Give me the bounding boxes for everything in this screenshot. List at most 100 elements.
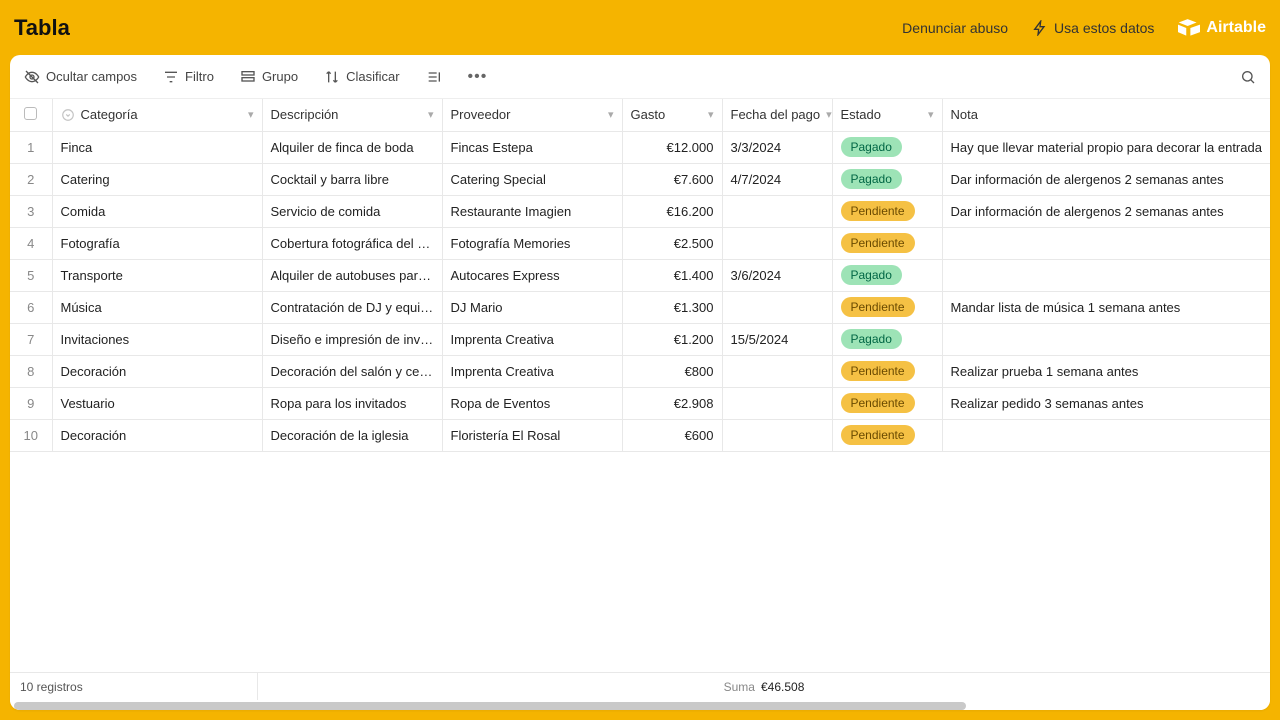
table-row[interactable]: 9VestuarioRopa para los invitadosRopa de… [10, 387, 1270, 419]
cell-fecha[interactable] [722, 419, 832, 451]
cell-nota[interactable] [942, 227, 1270, 259]
table-row[interactable]: 7InvitacionesDiseño e impresión de invit… [10, 323, 1270, 355]
cell-fecha[interactable]: 3/3/2024 [722, 131, 832, 163]
row-number: 10 [10, 419, 52, 451]
cell-categoria[interactable]: Transporte [52, 259, 262, 291]
cell-proveedor[interactable]: Ropa de Eventos [442, 387, 622, 419]
cell-proveedor[interactable]: Fotografía Memories [442, 227, 622, 259]
cell-descripcion[interactable]: Contratación de DJ y equipo de sonido [262, 291, 442, 323]
table-row[interactable]: 6MúsicaContratación de DJ y equipo de so… [10, 291, 1270, 323]
row-height-button[interactable] [422, 65, 446, 89]
cell-categoria[interactable]: Decoración [52, 419, 262, 451]
cell-descripcion[interactable]: Ropa para los invitados [262, 387, 442, 419]
table-row[interactable]: 4FotografíaCobertura fotográfica del eve… [10, 227, 1270, 259]
table-row[interactable]: 8DecoraciónDecoración del salón y ceremo… [10, 355, 1270, 387]
cell-categoria[interactable]: Invitaciones [52, 323, 262, 355]
cell-fecha[interactable] [722, 291, 832, 323]
column-header-estado[interactable]: Estado▾ [832, 99, 942, 131]
cell-estado[interactable]: Pendiente [832, 355, 942, 387]
cell-descripcion[interactable]: Decoración de la iglesia [262, 419, 442, 451]
column-header-proveedor[interactable]: Proveedor▾ [442, 99, 622, 131]
cell-categoria[interactable]: Música [52, 291, 262, 323]
cell-fecha[interactable]: 15/5/2024 [722, 323, 832, 355]
cell-estado[interactable]: Pendiente [832, 387, 942, 419]
search-button[interactable] [1236, 65, 1260, 89]
cell-proveedor[interactable]: Fincas Estepa [442, 131, 622, 163]
cell-estado[interactable]: Pagado [832, 131, 942, 163]
column-header-nota[interactable]: Nota [942, 99, 1270, 131]
cell-estado[interactable]: Pagado [832, 163, 942, 195]
table-row[interactable]: 3ComidaServicio de comidaRestaurante Ima… [10, 195, 1270, 227]
cell-descripcion[interactable]: Decoración del salón y ceremonia [262, 355, 442, 387]
cell-nota[interactable]: Mandar lista de música 1 semana antes [942, 291, 1270, 323]
cell-descripcion[interactable]: Diseño e impresión de invitaciones [262, 323, 442, 355]
cell-nota[interactable]: Hay que llevar material propio para deco… [942, 131, 1270, 163]
column-header-fecha[interactable]: Fecha del pago▾ [722, 99, 832, 131]
report-abuse-link[interactable]: Denunciar abuso [902, 20, 1008, 36]
cell-gasto[interactable]: €16.200 [622, 195, 722, 227]
cell-categoria[interactable]: Catering [52, 163, 262, 195]
cell-descripcion[interactable]: Cobertura fotográfica del evento [262, 227, 442, 259]
cell-proveedor[interactable]: Floristería El Rosal [442, 419, 622, 451]
table-row[interactable]: 5TransporteAlquiler de autobuses para in… [10, 259, 1270, 291]
cell-nota[interactable] [942, 419, 1270, 451]
cell-gasto[interactable]: €1.400 [622, 259, 722, 291]
horizontal-scrollbar[interactable] [10, 700, 1270, 710]
cell-gasto[interactable]: €7.600 [622, 163, 722, 195]
cell-categoria[interactable]: Vestuario [52, 387, 262, 419]
cell-descripcion[interactable]: Cocktail y barra libre [262, 163, 442, 195]
cell-gasto[interactable]: €1.300 [622, 291, 722, 323]
cell-fecha[interactable] [722, 387, 832, 419]
cell-fecha[interactable] [722, 195, 832, 227]
cell-gasto[interactable]: €1.200 [622, 323, 722, 355]
group-button[interactable]: Grupo [236, 65, 302, 89]
cell-categoria[interactable]: Finca [52, 131, 262, 163]
cell-categoria[interactable]: Decoración [52, 355, 262, 387]
cell-nota[interactable]: Dar información de alergenos 2 semanas a… [942, 195, 1270, 227]
cell-descripcion[interactable]: Servicio de comida [262, 195, 442, 227]
cell-proveedor[interactable]: Catering Special [442, 163, 622, 195]
cell-descripcion[interactable]: Alquiler de autobuses para invitados [262, 259, 442, 291]
cell-nota[interactable] [942, 323, 1270, 355]
cell-gasto[interactable]: €600 [622, 419, 722, 451]
column-header-descripcion[interactable]: Descripción▾ [262, 99, 442, 131]
cell-proveedor[interactable]: DJ Mario [442, 291, 622, 323]
cell-gasto[interactable]: €2.908 [622, 387, 722, 419]
cell-gasto[interactable]: €12.000 [622, 131, 722, 163]
cell-estado[interactable]: Pendiente [832, 195, 942, 227]
cell-nota[interactable]: Realizar pedido 3 semanas antes [942, 387, 1270, 419]
cell-categoria[interactable]: Comida [52, 195, 262, 227]
cell-proveedor[interactable]: Imprenta Creativa [442, 355, 622, 387]
use-data-link[interactable]: Usa estos datos [1032, 20, 1154, 36]
cell-proveedor[interactable]: Restaurante Imagien [442, 195, 622, 227]
cell-proveedor[interactable]: Autocares Express [442, 259, 622, 291]
cell-nota[interactable] [942, 259, 1270, 291]
table-row[interactable]: 10DecoraciónDecoración de la iglesiaFlor… [10, 419, 1270, 451]
cell-proveedor[interactable]: Imprenta Creativa [442, 323, 622, 355]
cell-fecha[interactable]: 3/6/2024 [722, 259, 832, 291]
cell-estado[interactable]: Pendiente [832, 227, 942, 259]
filter-button[interactable]: Filtro [159, 65, 218, 89]
cell-gasto[interactable]: €800 [622, 355, 722, 387]
column-header-categoria[interactable]: Categoría ▾ [52, 99, 262, 131]
table-row[interactable]: 1FincaAlquiler de finca de bodaFincas Es… [10, 131, 1270, 163]
hide-fields-button[interactable]: Ocultar campos [20, 65, 141, 89]
cell-gasto[interactable]: €2.500 [622, 227, 722, 259]
cell-estado[interactable]: Pendiente [832, 291, 942, 323]
sort-button[interactable]: Clasificar [320, 65, 403, 89]
cell-fecha[interactable] [722, 227, 832, 259]
airtable-logo[interactable]: Airtable [1178, 19, 1266, 37]
cell-nota[interactable]: Dar información de alergenos 2 semanas a… [942, 163, 1270, 195]
cell-estado[interactable]: Pagado [832, 323, 942, 355]
cell-fecha[interactable]: 4/7/2024 [722, 163, 832, 195]
column-header-gasto[interactable]: Gasto▾ [622, 99, 722, 131]
table-row[interactable]: 2CateringCocktail y barra libreCatering … [10, 163, 1270, 195]
cell-fecha[interactable] [722, 355, 832, 387]
more-button[interactable]: ••• [464, 73, 492, 81]
select-all-cell[interactable] [10, 99, 52, 131]
cell-estado[interactable]: Pendiente [832, 419, 942, 451]
cell-nota[interactable]: Realizar prueba 1 semana antes [942, 355, 1270, 387]
cell-categoria[interactable]: Fotografía [52, 227, 262, 259]
cell-estado[interactable]: Pagado [832, 259, 942, 291]
cell-descripcion[interactable]: Alquiler de finca de boda [262, 131, 442, 163]
